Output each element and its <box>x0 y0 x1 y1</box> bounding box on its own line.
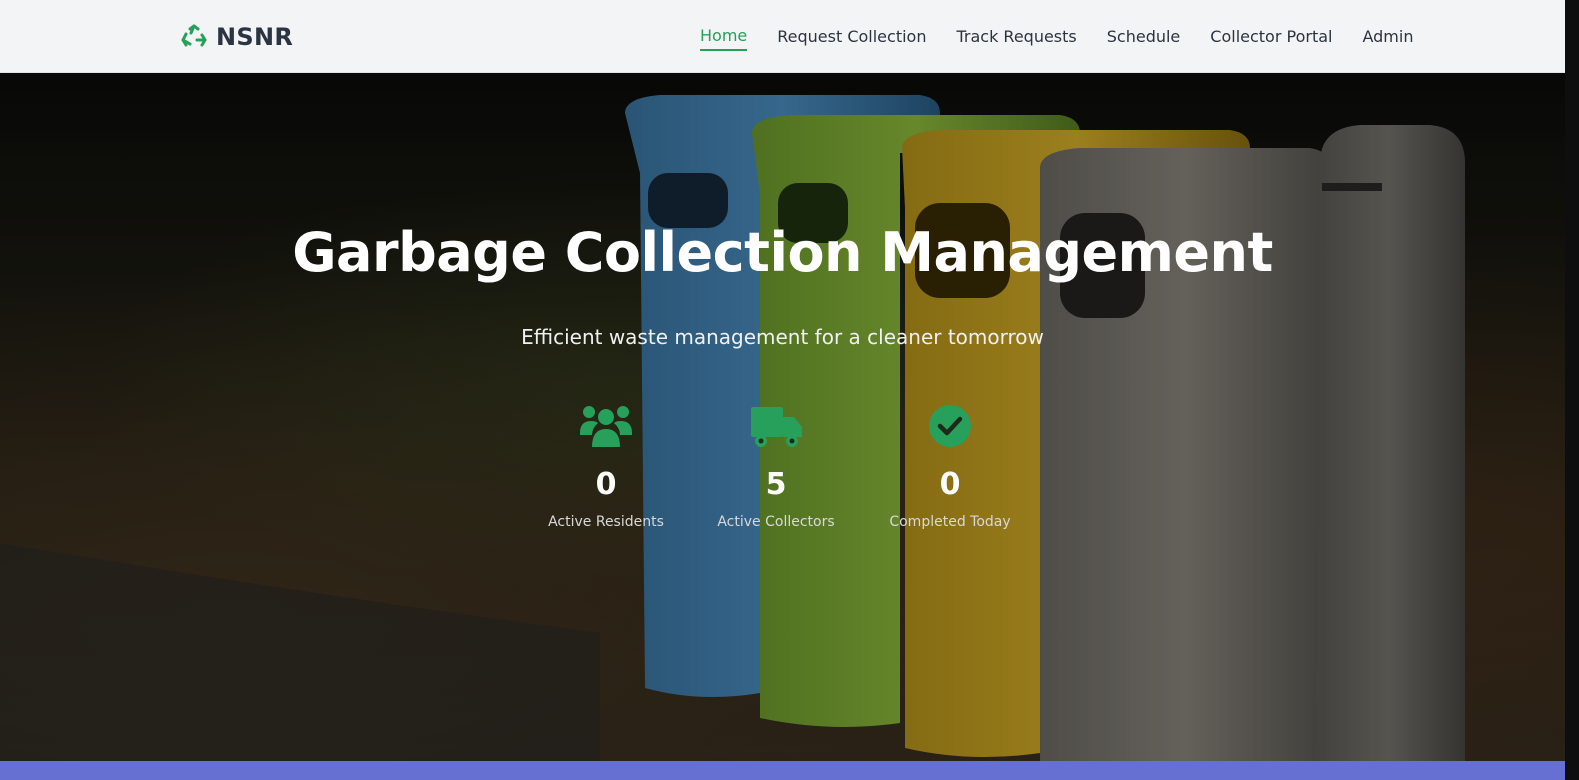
stat-label: Active Residents <box>548 514 664 530</box>
stat-completed-today: 0 Completed Today <box>865 403 1035 530</box>
nav-link-schedule[interactable]: Schedule <box>1107 27 1181 50</box>
navbar: NSNR Home Request Collection Track Reque… <box>0 0 1565 73</box>
hero-subtitle: Efficient waste management for a cleaner… <box>521 325 1044 349</box>
nav-link-collector-portal[interactable]: Collector Portal <box>1210 27 1332 50</box>
nav-link-request-collection[interactable]: Request Collection <box>777 27 926 50</box>
truck-icon <box>751 407 802 447</box>
nav-link-track-requests[interactable]: Track Requests <box>956 27 1076 50</box>
hero-section: Garbage Collection Management Efficient … <box>0 73 1565 761</box>
scrollbar[interactable] <box>1565 0 1579 780</box>
stat-value: 0 <box>939 467 961 502</box>
stat-active-collectors: 5 Active Collectors <box>691 403 861 530</box>
users-icon <box>580 406 632 447</box>
footer-accent-bar <box>0 761 1565 780</box>
nav-link-admin[interactable]: Admin <box>1362 27 1413 50</box>
stat-active-residents: 0 Active Residents <box>521 403 691 530</box>
hero-title: Garbage Collection Management <box>292 221 1273 284</box>
page: NSNR Home Request Collection Track Reque… <box>0 0 1579 780</box>
hero-content: Garbage Collection Management Efficient … <box>0 73 1565 761</box>
brand-name: NSNR <box>216 23 294 51</box>
stat-value: 0 <box>595 467 617 502</box>
check-circle-icon <box>929 405 971 447</box>
stat-label: Completed Today <box>889 514 1011 530</box>
stat-value: 5 <box>765 467 787 502</box>
brand-link[interactable]: NSNR <box>180 20 293 54</box>
recycle-icon <box>181 24 207 47</box>
main-nav: Home Request Collection Track Requests S… <box>700 26 1413 51</box>
stat-label: Active Collectors <box>717 514 835 530</box>
nav-link-home[interactable]: Home <box>700 26 748 51</box>
stats-row: 0 Active Residents 5 Active Collectors 0… <box>0 403 1565 543</box>
